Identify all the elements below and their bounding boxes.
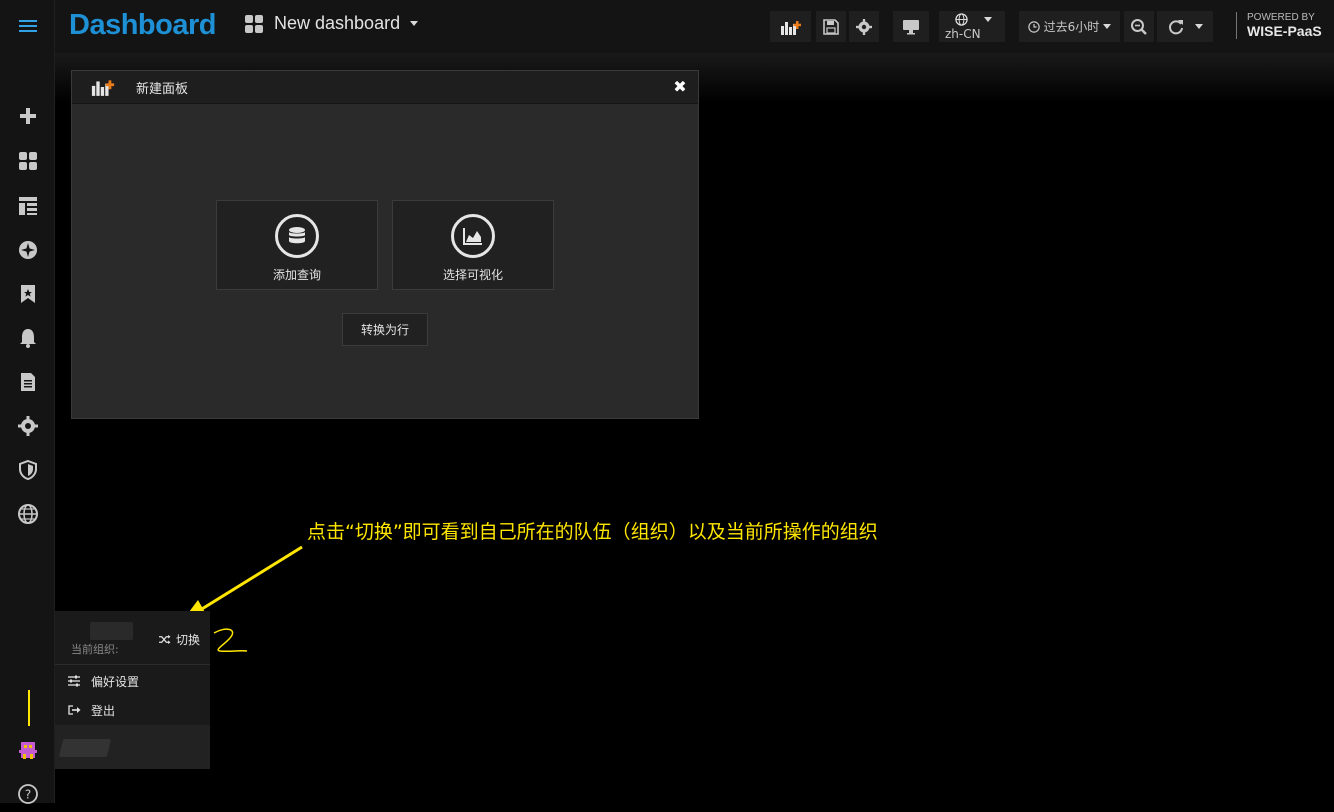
redacted-org-name	[90, 622, 133, 640]
configuration-gear-icon[interactable]	[0, 408, 55, 444]
add-query-button[interactable]: 添加查询	[216, 200, 378, 290]
sidebar: ?	[0, 0, 55, 804]
convert-to-row-button[interactable]: 转换为行	[342, 313, 428, 346]
profile-menu: 当前组织: 切换 偏好设置 登出	[55, 611, 210, 769]
sign-out-icon	[68, 705, 81, 715]
top-navbar: Dashboard New dashboard zh-CN 过去6小时 POWE…	[55, 0, 1334, 53]
search-minus-icon	[1131, 18, 1147, 35]
gear-icon	[856, 18, 872, 35]
save-floppy-icon	[823, 18, 839, 35]
dashboard-picker[interactable]: New dashboard	[244, 13, 419, 34]
language-label: zh-CN	[945, 26, 981, 41]
brand-logo[interactable]: Dashboard	[69, 9, 216, 42]
wise-paas-text: WISE-PaaS	[1247, 23, 1322, 39]
dashboard-title: New dashboard	[274, 13, 401, 33]
globe-icon	[955, 12, 968, 26]
svg-text:?: ?	[24, 788, 30, 802]
new-panel: 新建面板 ✖ 添加查询 选择可视化 转换为行	[71, 70, 699, 419]
shield-icon[interactable]	[0, 452, 55, 488]
shuffle-icon	[159, 634, 171, 645]
time-range-label: 过去6小时	[1043, 20, 1100, 34]
powered-by-logo: POWERED BY WISE-PaaS	[1236, 12, 1322, 39]
panel-title: 新建面板	[136, 81, 189, 97]
chevron-down-icon	[1103, 24, 1112, 29]
add-panel-icon	[91, 80, 115, 96]
chevron-down-icon	[1195, 24, 1203, 29]
sliders-icon	[68, 675, 80, 687]
redacted-user-name	[58, 739, 112, 757]
create-plus-icon[interactable]	[0, 98, 55, 134]
database-icon	[275, 214, 319, 258]
panels-layout-icon[interactable]	[0, 188, 55, 224]
switch-label: 切换	[176, 633, 201, 647]
chevron-down-icon	[984, 16, 992, 22]
alert-bell-icon[interactable]	[0, 320, 55, 356]
current-org-label: 当前组织:	[71, 643, 119, 656]
powered-by-text: POWERED BY	[1247, 12, 1315, 23]
refresh-button[interactable]	[1157, 11, 1213, 42]
starred-bookmark-icon[interactable]	[0, 276, 55, 312]
zoom-out-button[interactable]	[1124, 11, 1154, 42]
compass-icon[interactable]	[0, 232, 55, 268]
preferences-menu-item[interactable]: 偏好设置	[55, 667, 210, 695]
monitor-icon	[903, 19, 919, 34]
tv-mode-button[interactable]	[893, 11, 929, 42]
annotation-text: 点击“切换”即可看到自己所在的队伍（组织）以及当前所操作的组织	[307, 521, 878, 543]
globe-icon[interactable]	[0, 496, 55, 532]
logout-label: 登出	[91, 703, 116, 718]
choose-visualization-button[interactable]: 选择可视化	[392, 200, 554, 290]
user-avatar[interactable]	[0, 732, 55, 768]
switch-org-button[interactable]: 切换	[158, 631, 200, 648]
hamburger-menu-icon[interactable]	[0, 8, 55, 44]
settings-button[interactable]	[849, 11, 879, 42]
area-chart-icon	[451, 214, 495, 258]
panel-header: 新建面板	[72, 71, 698, 104]
preferences-label: 偏好设置	[91, 674, 140, 689]
time-range-picker[interactable]: 过去6小时	[1019, 11, 1120, 42]
refresh-icon	[1169, 19, 1183, 34]
help-icon[interactable]: ?	[0, 776, 55, 812]
chevron-down-icon	[410, 21, 419, 26]
add-query-label: 添加查询	[272, 268, 321, 282]
logout-menu-item[interactable]: 登出	[55, 696, 210, 724]
current-org-row: 当前组织: 切换	[55, 611, 210, 665]
dashboard-grid-icon	[245, 14, 263, 33]
close-icon[interactable]: ✖	[672, 79, 688, 95]
choose-visualization-label: 选择可视化	[442, 268, 503, 282]
user-row	[55, 725, 210, 769]
save-button[interactable]	[816, 11, 846, 42]
dashboards-grid-icon[interactable]	[0, 143, 55, 179]
add-panel-button[interactable]	[770, 11, 811, 42]
add-panel-icon	[780, 20, 801, 35]
annotation-marker-line	[28, 690, 30, 726]
report-document-icon[interactable]	[0, 364, 55, 400]
clock-icon	[1027, 20, 1040, 33]
language-selector[interactable]: zh-CN	[939, 11, 1005, 42]
